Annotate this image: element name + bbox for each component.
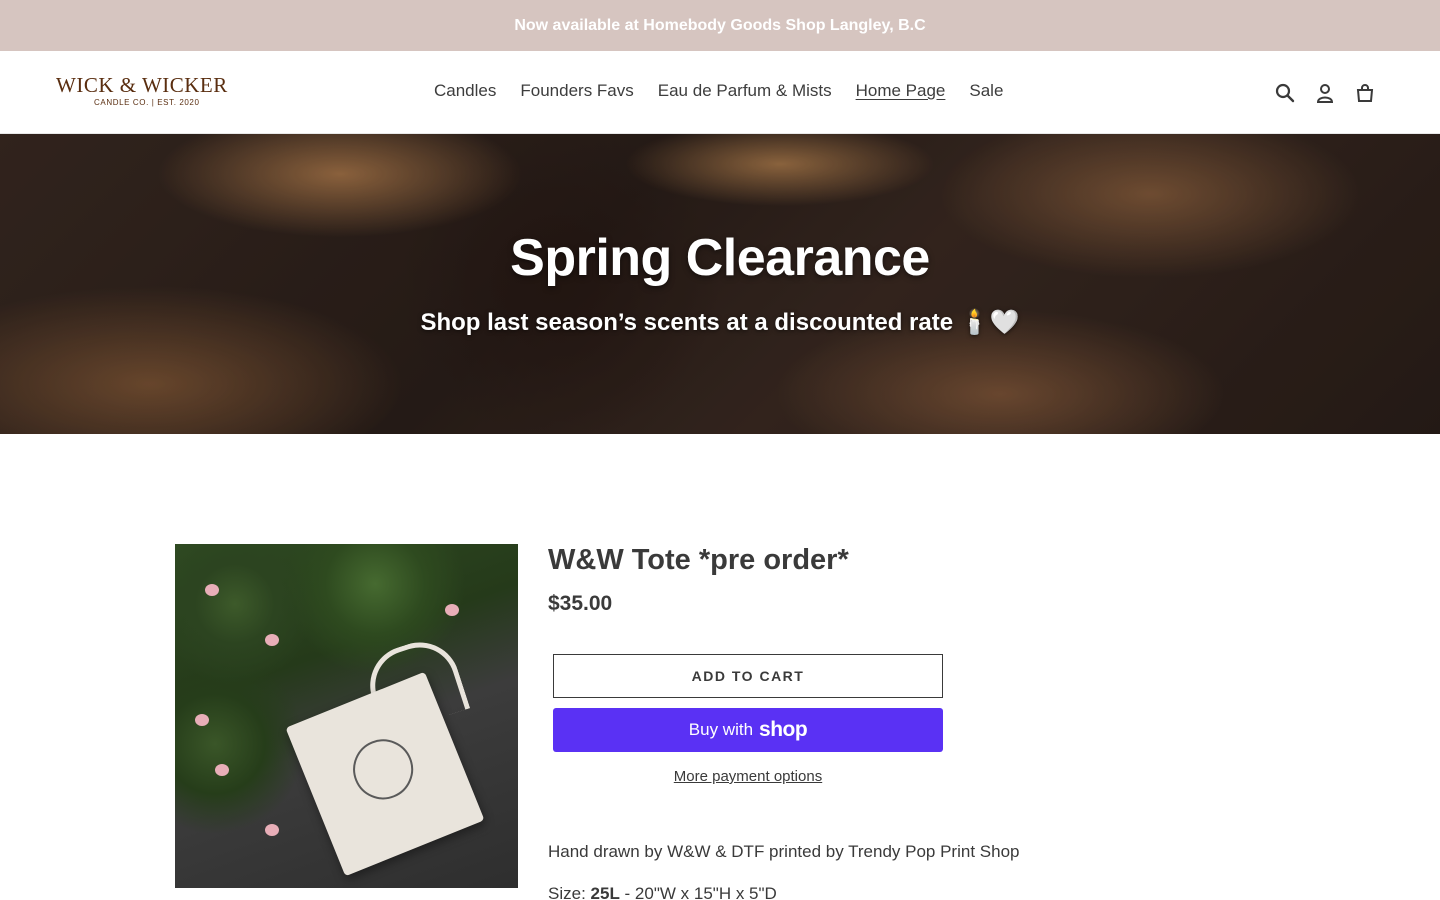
flower-decoration [195,714,209,726]
nav-home-page[interactable]: Home Page [844,79,958,103]
nav-sale[interactable]: Sale [957,79,1015,103]
announcement-text: Now available at Homebody Goods Shop Lan… [514,16,926,34]
logo[interactable]: WICK & WICKER CANDLE CO. | EST. 2020 [56,73,246,113]
size-label: Size: [548,884,591,900]
buy-with-label: Buy with [688,720,754,739]
shop-pay-logo: shop [759,718,808,741]
size-value: 25L [590,884,620,900]
nav-candles[interactable]: Candles [422,79,508,103]
nav-eau-de-parfum[interactable]: Eau de Parfum & Mists [646,79,844,103]
site-header: WICK & WICKER CANDLE CO. | EST. 2020 Can… [0,51,1440,134]
flower-decoration [205,584,219,596]
product-image[interactable] [175,544,518,888]
announcement-bar: Now available at Homebody Goods Shop Lan… [0,0,1440,51]
product-description: Hand drawn by W&W & DTF printed by Trend… [548,842,1020,861]
flower-decoration [445,604,459,616]
nav-founders-favs[interactable]: Founders Favs [508,79,645,103]
size-dimensions: - 20"W x 15"H x 5"D [619,884,777,900]
flower-decoration [265,824,279,836]
hero-subtitle: Shop last season’s scents at a discounte… [420,309,1020,336]
flower-decoration [215,764,229,776]
product-price: $35.00 [548,592,613,615]
hero-banner: Spring Clearance Shop last season’s scen… [0,134,1440,434]
product-title: W&W Tote *pre order* [548,544,849,576]
buy-with-shop-button[interactable]: Buy with shop [553,708,943,752]
cart-icon[interactable] [1354,81,1376,105]
flower-decoration [265,634,279,646]
logo-wordmark: WICK & WICKER [56,73,228,97]
tote-emblem [344,730,423,809]
header-icons [1274,81,1376,105]
logo-tagline: CANDLE CO. | EST. 2020 [94,98,200,107]
main-nav: Candles Founders Favs Eau de Parfum & Mi… [422,79,1015,103]
account-icon[interactable] [1314,81,1336,105]
more-payment-options-link[interactable]: More payment options [553,768,943,785]
product-size: Size: 25L - 20"W x 15"H x 5"D [548,884,777,900]
add-to-cart-button[interactable]: ADD TO CART [553,654,943,698]
hero-title: Spring Clearance [510,229,930,287]
search-icon[interactable] [1274,81,1296,105]
